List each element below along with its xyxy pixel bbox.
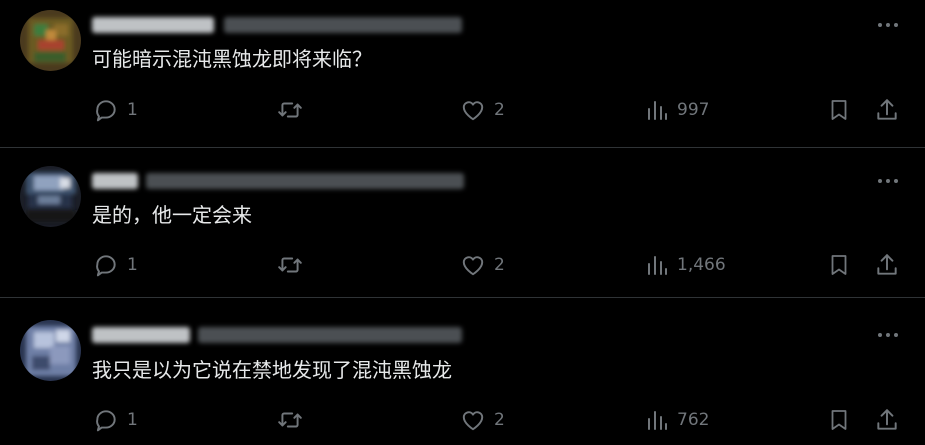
- reply-post[interactable]: 可能暗示混沌黑蚀龙即将来临？ 1 2 997: [0, 0, 925, 150]
- bookmark-icon: [831, 255, 847, 275]
- like-count: 2: [494, 255, 505, 275]
- like-count: 2: [494, 410, 505, 430]
- speech-bubble-icon: [96, 410, 116, 432]
- speech-bubble-icon: [96, 100, 116, 122]
- divider: [0, 147, 925, 148]
- view-count: 997: [677, 100, 710, 120]
- avatar[interactable]: [20, 320, 81, 381]
- post-text: 我只是以为它说在禁地发现了混沌黑蚀龙: [92, 358, 452, 382]
- repost-button[interactable]: [276, 405, 304, 435]
- view-count: 1,466: [677, 255, 726, 275]
- display-name[interactable]: [92, 173, 138, 189]
- view-count: 762: [677, 410, 710, 430]
- post-header: [92, 13, 462, 37]
- handle-and-time[interactable]: [146, 173, 464, 189]
- share-upload-icon: [877, 409, 897, 430]
- share-button[interactable]: [874, 405, 900, 435]
- like-button[interactable]: 2: [460, 95, 505, 125]
- heart-icon: [462, 411, 484, 431]
- avatar[interactable]: [20, 166, 81, 227]
- post-header: [92, 323, 462, 347]
- repost-arrows-icon: [278, 102, 302, 118]
- more-dots-icon[interactable]: [875, 325, 901, 345]
- display-name[interactable]: [92, 327, 190, 343]
- reply-post[interactable]: 我只是以为它说在禁地发现了混沌黑蚀龙 1 2 762: [0, 298, 925, 445]
- action-bar: 1 2 997: [0, 95, 925, 125]
- action-bar: 1 2 762: [0, 405, 925, 435]
- bookmark-button[interactable]: [827, 405, 851, 435]
- post-text: 是的，他一定会来: [92, 203, 252, 227]
- views-button[interactable]: 762: [645, 405, 709, 435]
- reply-button[interactable]: 1: [93, 95, 138, 125]
- share-upload-icon: [877, 254, 897, 275]
- reply-post[interactable]: 是的，他一定会来 1 2 1,466: [0, 150, 925, 298]
- repost-button[interactable]: [276, 95, 304, 125]
- repost-button[interactable]: [276, 250, 304, 280]
- like-button[interactable]: 2: [460, 250, 505, 280]
- repost-arrows-icon: [278, 257, 302, 273]
- views-button[interactable]: 997: [645, 95, 709, 125]
- handle-and-time[interactable]: [224, 17, 462, 33]
- reply-button[interactable]: 1: [93, 405, 138, 435]
- speech-bubble-icon: [96, 255, 116, 277]
- reply-count: 1: [127, 100, 138, 120]
- bar-chart-icon: [648, 101, 667, 120]
- reply-count: 1: [127, 255, 138, 275]
- heart-icon: [462, 256, 484, 276]
- repost-arrows-icon: [278, 412, 302, 428]
- bar-chart-icon: [648, 256, 667, 275]
- action-bar: 1 2 1,466: [0, 250, 925, 280]
- display-name[interactable]: [92, 17, 214, 33]
- share-button[interactable]: [874, 95, 900, 125]
- share-button[interactable]: [874, 250, 900, 280]
- handle-and-time[interactable]: [198, 327, 462, 343]
- bar-chart-icon: [648, 411, 667, 430]
- reply-count: 1: [127, 410, 138, 430]
- bookmark-icon: [831, 410, 847, 430]
- post-header: [92, 169, 464, 193]
- more-dots-icon[interactable]: [875, 15, 901, 35]
- bookmark-button[interactable]: [827, 250, 851, 280]
- reply-button[interactable]: 1: [93, 250, 138, 280]
- share-upload-icon: [877, 99, 897, 120]
- views-button[interactable]: 1,466: [645, 250, 726, 280]
- like-count: 2: [494, 100, 505, 120]
- bookmark-icon: [831, 100, 847, 120]
- like-button[interactable]: 2: [460, 405, 505, 435]
- avatar[interactable]: [20, 10, 81, 71]
- bookmark-button[interactable]: [827, 95, 851, 125]
- post-text: 可能暗示混沌黑蚀龙即将来临？: [92, 47, 372, 71]
- more-dots-icon[interactable]: [875, 171, 901, 191]
- heart-icon: [462, 101, 484, 121]
